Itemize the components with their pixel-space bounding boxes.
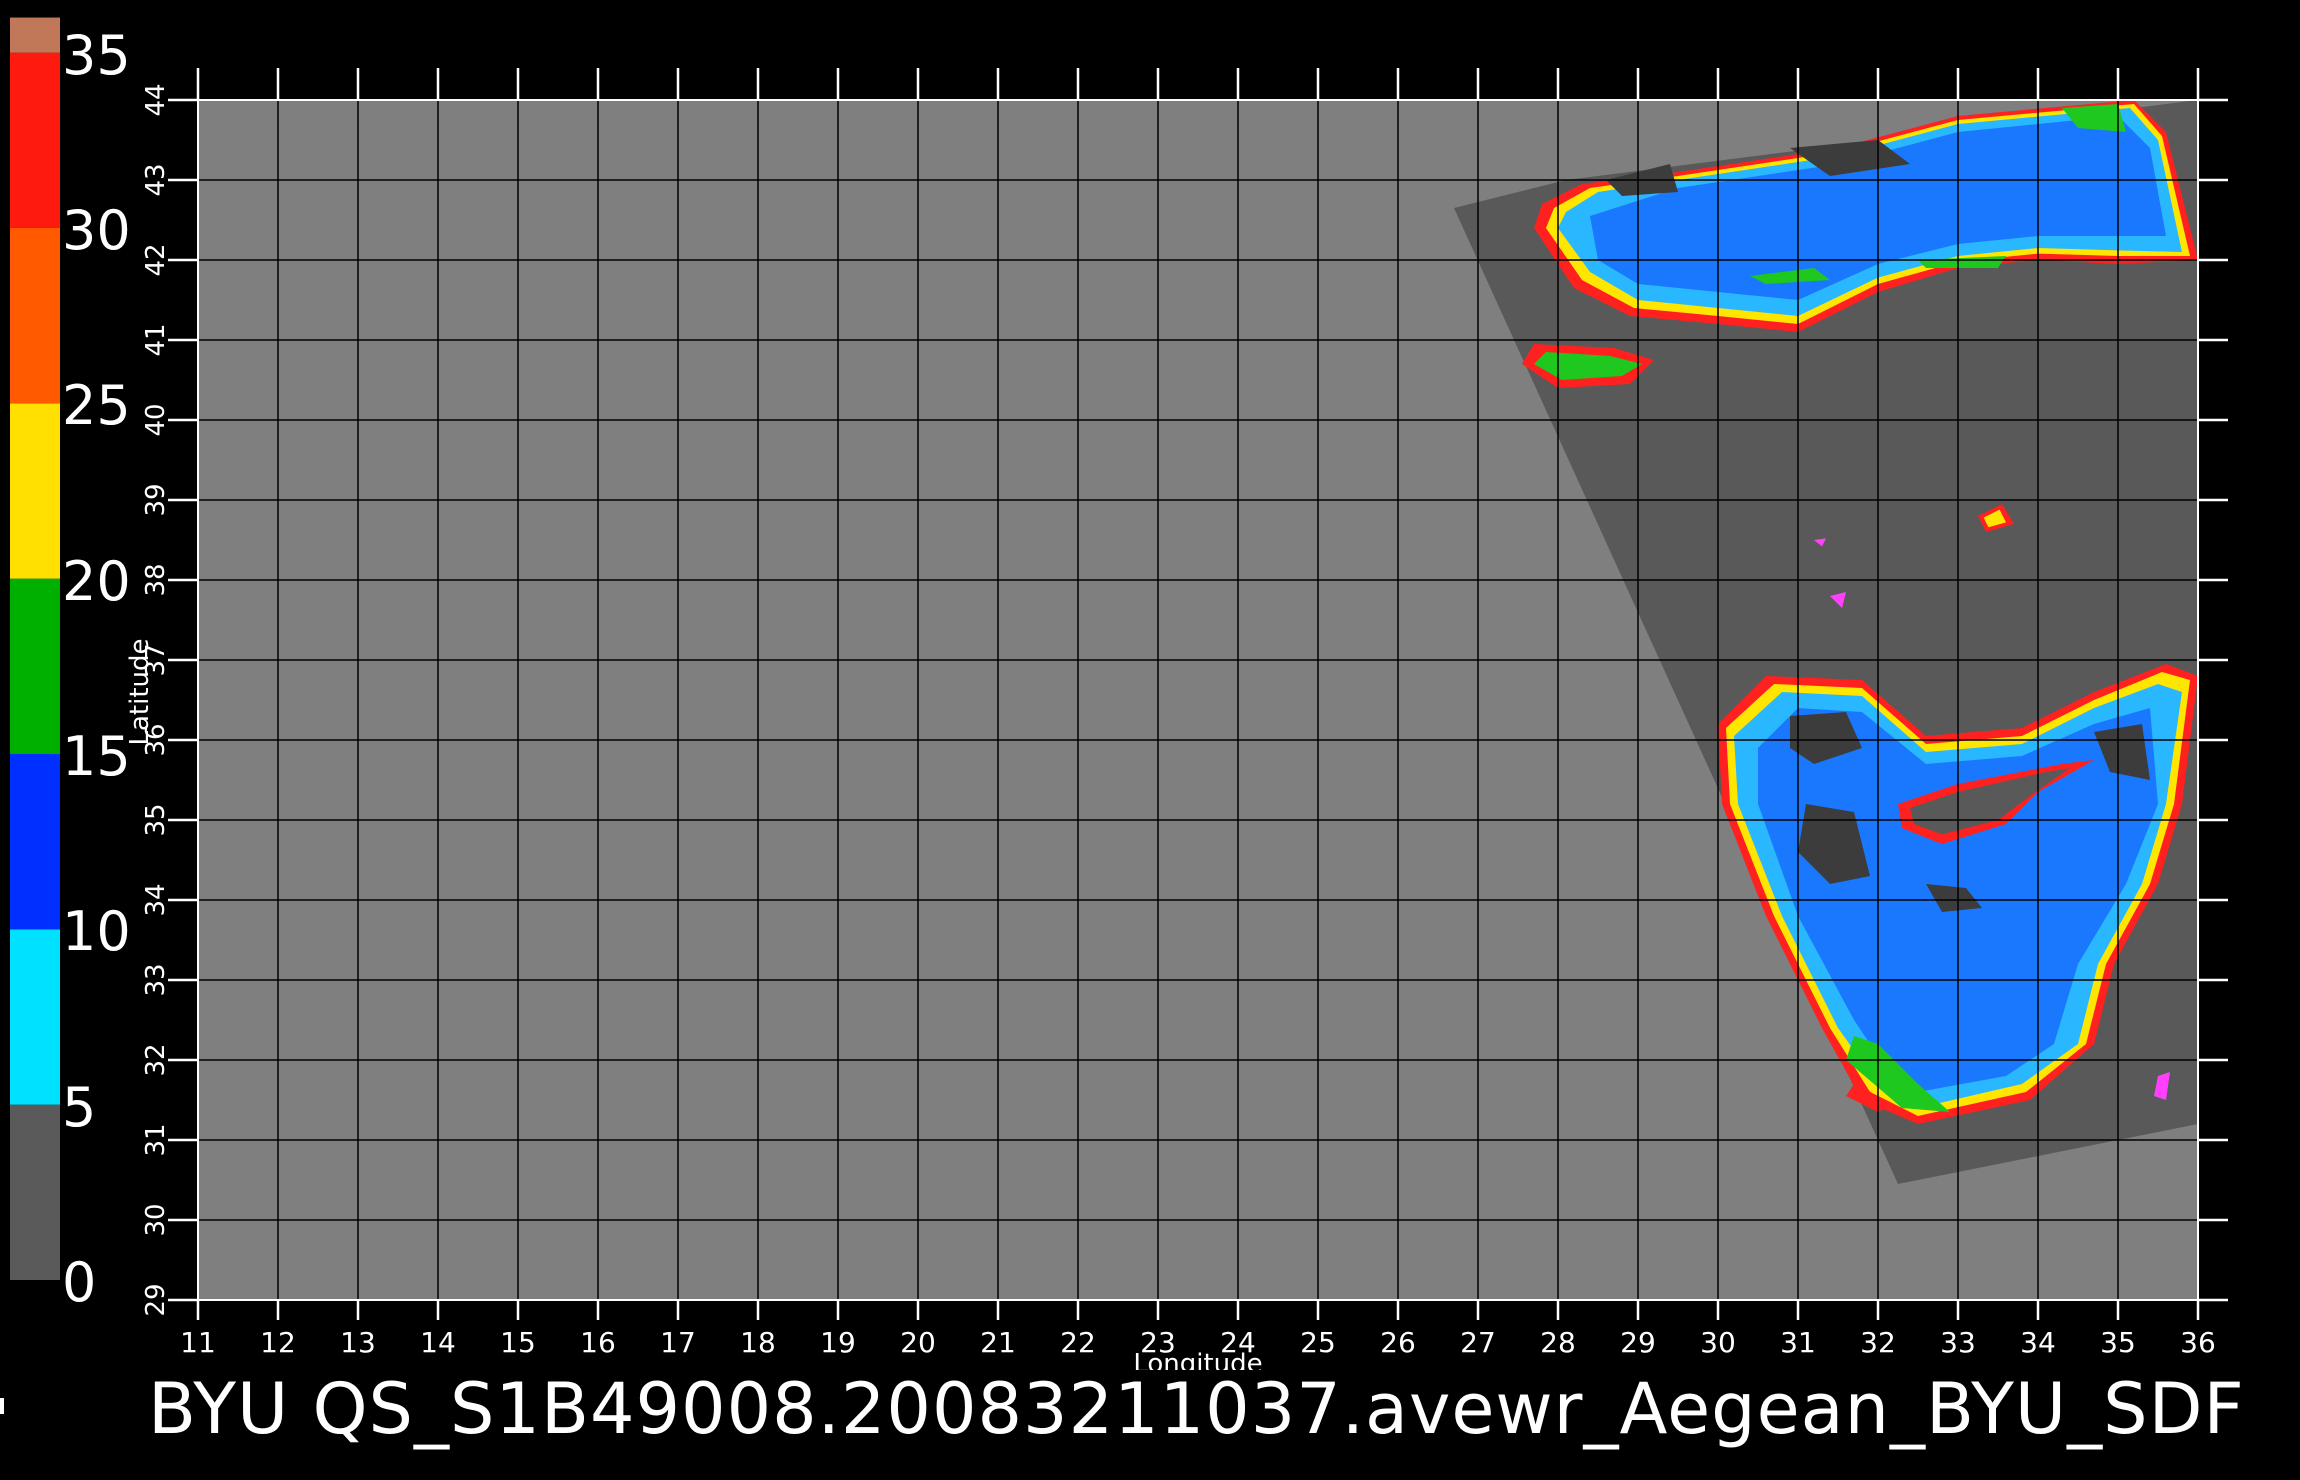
lon-tick-label-22: 22: [1060, 1326, 1096, 1359]
lon-tick-label-31: 31: [1780, 1326, 1816, 1359]
lat-tick-label-38: 38: [141, 563, 171, 596]
lon-tick-label-11: 11: [180, 1326, 216, 1359]
lon-tick-label-16: 16: [580, 1326, 616, 1359]
lat-tick-label-29: 29: [141, 1283, 171, 1316]
lat-tick-label-32: 32: [141, 1043, 171, 1076]
lon-tick-label-26: 26: [1380, 1326, 1416, 1359]
lon-tick-label-28: 28: [1540, 1326, 1576, 1359]
lon-tick-label-14: 14: [420, 1326, 456, 1359]
lat-tick-label-42: 42: [141, 243, 171, 276]
y-axis-label: Latitude: [125, 638, 155, 745]
lon-tick-label-27: 27: [1460, 1326, 1496, 1359]
wind-speed-map: 11 12 13 14 15 16 17 18 19 20 21 22 23 24 25 26 27 28 29 30…: [125, 68, 2228, 1370]
lon-tick-label-33: 33: [1940, 1326, 1976, 1359]
lon-tick-label-32: 32: [1860, 1326, 1896, 1359]
lon-tick-label-36: 36: [2180, 1326, 2216, 1359]
lon-tick-label-13: 13: [340, 1326, 376, 1359]
lon-tick-label-35: 35: [2100, 1326, 2136, 1359]
lon-tick-label-34: 34: [2020, 1326, 2056, 1359]
lon-tick-label-12: 12: [260, 1326, 296, 1359]
lon-tick-label-18: 18: [740, 1326, 776, 1359]
lat-tick-label-33: 33: [141, 963, 171, 996]
lat-tick-label-34: 34: [141, 883, 171, 916]
x-axis-label: Longitude: [1133, 1349, 1262, 1370]
lon-tick-label-29: 29: [1620, 1326, 1656, 1359]
lat-tick-label-41: 41: [141, 323, 171, 356]
lat-tick-label-30: 30: [141, 1203, 171, 1236]
lon-tick-label-17: 17: [660, 1326, 696, 1359]
lon-tick-label-21: 21: [980, 1326, 1016, 1359]
lat-tick-label-35: 35: [141, 803, 171, 836]
lat-tick-label-43: 43: [141, 163, 171, 196]
lon-tick-label-19: 19: [820, 1326, 856, 1359]
edge-marker: [0, 1398, 4, 1414]
lon-tick-label-20: 20: [900, 1326, 936, 1359]
lat-tick-label-40: 40: [141, 403, 171, 436]
lat-tick-label-44: 44: [141, 83, 171, 116]
lon-tick-label-30: 30: [1700, 1326, 1736, 1359]
lat-tick-label-31: 31: [141, 1123, 171, 1156]
lat-tick-label-39: 39: [141, 483, 171, 516]
lon-tick-label-25: 25: [1300, 1326, 1336, 1359]
lon-tick-label-15: 15: [500, 1326, 536, 1359]
image-caption: BYU QS_S1B49008.20083211037.avewr_Aegean…: [148, 1368, 2245, 1450]
